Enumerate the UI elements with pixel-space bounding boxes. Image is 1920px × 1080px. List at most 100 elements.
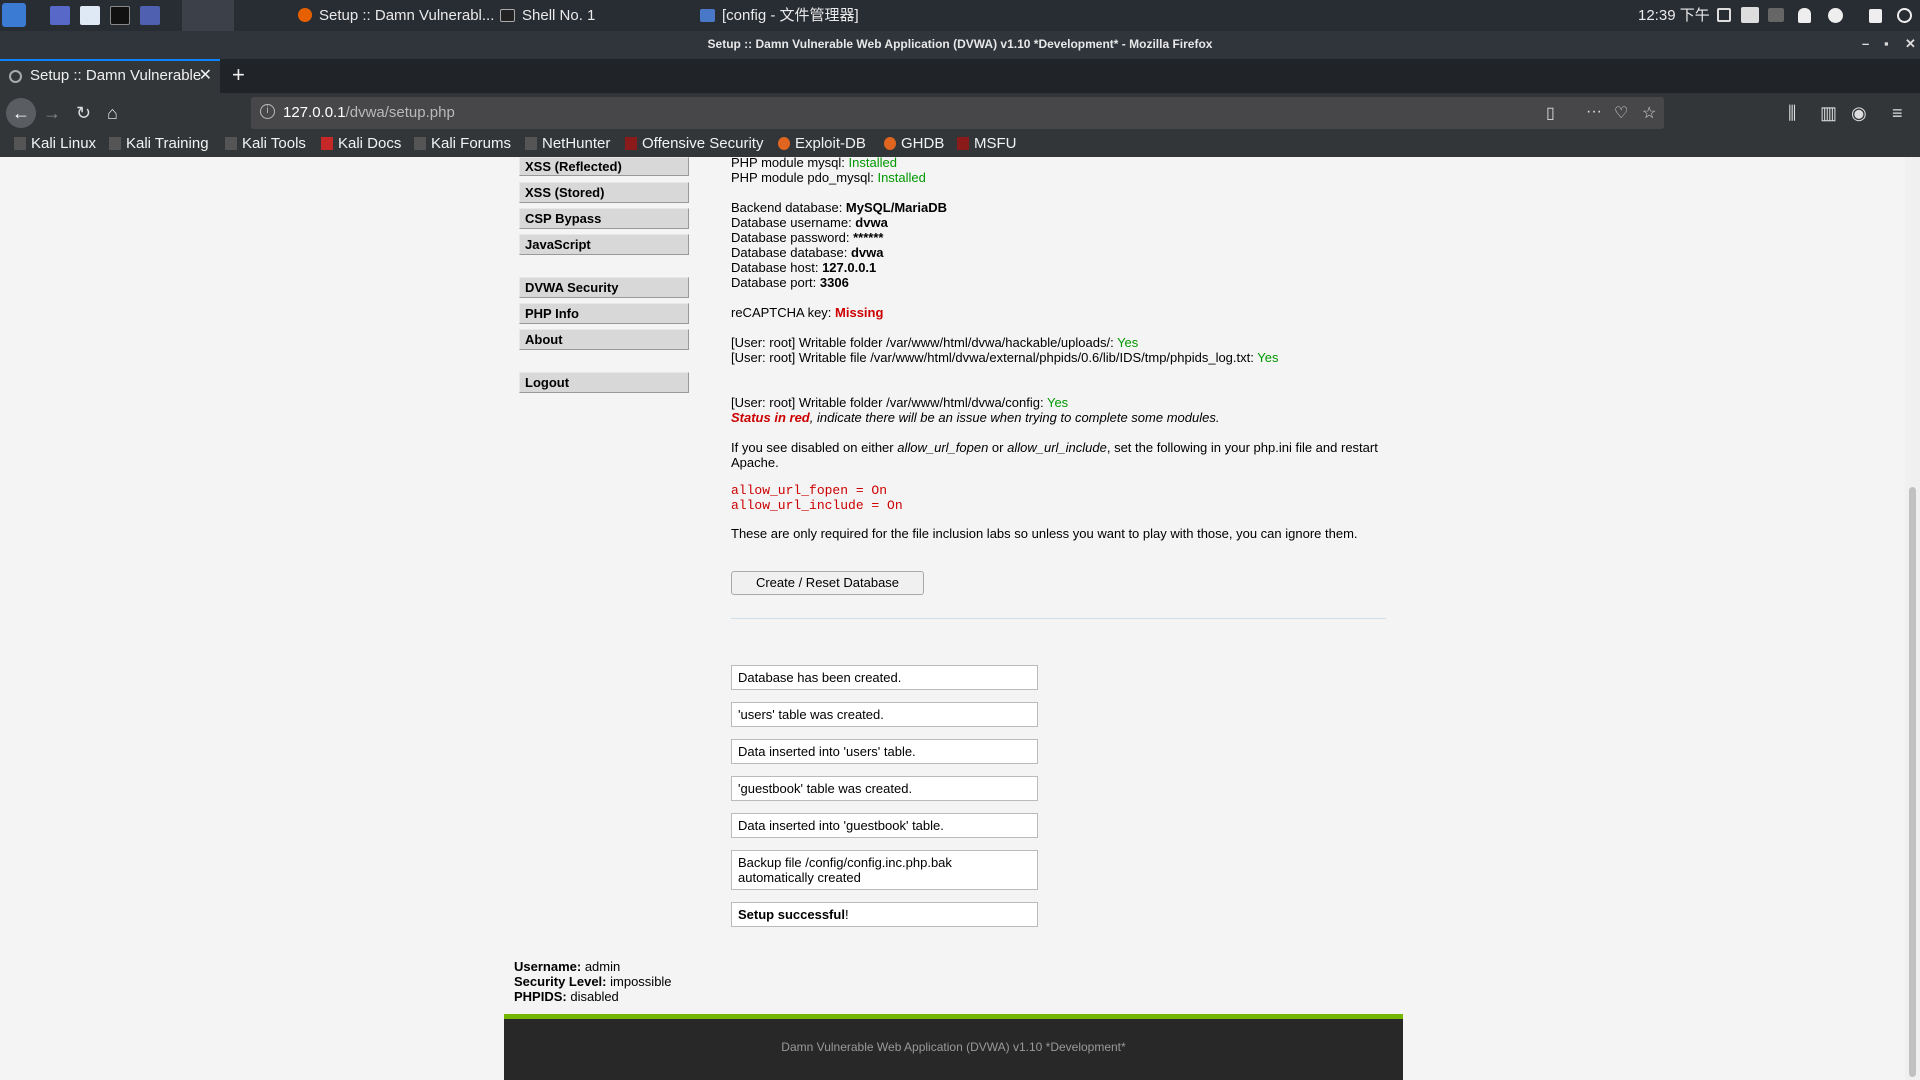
- bookmark-ghdb[interactable]: GHDB: [884, 134, 944, 157]
- vertical-scrollbar[interactable]: [1905, 157, 1920, 1080]
- firefox-launcher-icon[interactable]: [182, 0, 234, 31]
- scrollbar-thumb[interactable]: [1909, 487, 1916, 1077]
- new-tab-icon[interactable]: +: [232, 59, 245, 93]
- db-password-line: Database password: ******: [731, 230, 884, 245]
- message-box: Backup file /config/config.inc.php.bak a…: [731, 850, 1038, 890]
- library-icon[interactable]: ⫼: [1788, 101, 1796, 125]
- tab-title: Setup :: Damn Vulnerable: [30, 67, 202, 84]
- terminal-icon: [500, 9, 515, 22]
- workspace-icon[interactable]: [1717, 8, 1731, 22]
- navigation-toolbar: ← → ↻ ⌂ i 127.0.0.1/dvwa/setup.php ▯ ···…: [0, 93, 1920, 134]
- user-info: Username: admin Security Level: impossib…: [514, 959, 672, 1004]
- create-reset-database-button[interactable]: Create / Reset Database: [731, 571, 924, 595]
- offsec-icon: [625, 137, 637, 150]
- nethunter-icon: [525, 137, 537, 150]
- exploit-db-icon: [778, 137, 790, 150]
- site-info-icon[interactable]: i: [260, 104, 275, 119]
- message-box: 'users' table was created.: [731, 702, 1038, 727]
- pocket-icon[interactable]: ♡: [1614, 103, 1628, 123]
- show-desktop-icon[interactable]: [50, 6, 70, 25]
- reader-view-icon[interactable]: ▯: [1546, 103, 1555, 123]
- menu-item-logout[interactable]: Logout: [519, 372, 689, 393]
- php-pdo-line: PHP module pdo_mysql: Installed: [731, 170, 926, 185]
- bookmark-kali-tools[interactable]: Kali Tools: [225, 134, 306, 157]
- db-username-line: Database username: dvwa: [731, 215, 888, 230]
- power-status-icon[interactable]: [1828, 8, 1843, 23]
- message-box: 'guestbook' table was created.: [731, 776, 1038, 801]
- task-firefox[interactable]: Setup :: Damn Vulnerabl...: [298, 0, 494, 31]
- bookmark-kali-docs[interactable]: Kali Docs: [321, 134, 401, 157]
- refresh-session-icon[interactable]: [1897, 8, 1912, 23]
- home-icon[interactable]: ⌂: [107, 101, 118, 125]
- db-database-line: Database database: dvwa: [731, 245, 884, 260]
- php-mysql-line: PHP module mysql: Installed: [731, 157, 897, 170]
- msfu-icon: [957, 137, 969, 150]
- sidebar-toggle-icon[interactable]: ▥: [1820, 101, 1837, 125]
- forward-arrow-icon[interactable]: →: [43, 101, 61, 125]
- url-text: 127.0.0.1/dvwa/setup.php: [283, 104, 455, 121]
- folder-icon: [700, 9, 715, 22]
- db-host-line: Database host: 127.0.0.1: [731, 260, 877, 275]
- writable-phpids-log-line: [User: root] Writable file /var/www/html…: [731, 350, 1279, 365]
- menu-item-dvwa-security[interactable]: DVWA Security: [519, 277, 689, 298]
- menu-item-xss-stored[interactable]: XSS (Stored): [519, 182, 689, 203]
- bookmark-offensive-security[interactable]: Offensive Security: [625, 134, 763, 157]
- message-box: Data inserted into 'guestbook' table.: [731, 813, 1038, 838]
- kali-dragon-icon: [109, 137, 121, 150]
- hamburger-menu-icon[interactable]: ≡: [1892, 101, 1903, 125]
- desktop-taskbar: Setup :: Damn Vulnerabl... Shell No. 1 […: [0, 0, 1920, 31]
- clock[interactable]: 12:39 下午: [1638, 0, 1710, 31]
- task-file-manager[interactable]: [config - 文件管理器]: [700, 0, 859, 31]
- menu-item-csp-bypass[interactable]: CSP Bypass: [519, 208, 689, 229]
- menu-item-php-info[interactable]: PHP Info: [519, 303, 689, 324]
- php-ini-note: If you see disabled on either allow_url_…: [731, 440, 1378, 455]
- tab-dvwa-setup[interactable]: Setup :: Damn Vulnerable ✕: [0, 59, 220, 93]
- kali-docs-icon: [321, 137, 333, 150]
- close-icon[interactable]: ✕: [1905, 31, 1916, 57]
- bookmark-kali-training[interactable]: Kali Training: [109, 134, 209, 157]
- page-actions-icon[interactable]: ···: [1586, 103, 1602, 121]
- bookmarks-toolbar: Kali Linux Kali Training Kali Tools Kali…: [0, 134, 1920, 157]
- bookmark-kali-linux[interactable]: Kali Linux: [14, 134, 96, 157]
- writable-uploads-line: [User: root] Writable folder /var/www/ht…: [731, 335, 1139, 350]
- kali-dragon-icon: [414, 137, 426, 150]
- keyboard-icon[interactable]: [1741, 7, 1759, 23]
- bookmark-nethunter[interactable]: NetHunter: [525, 134, 610, 157]
- reload-icon[interactable]: ↻: [76, 101, 91, 125]
- url-bar[interactable]: i 127.0.0.1/dvwa/setup.php ▯ ··· ♡ ☆: [251, 97, 1664, 129]
- terminal-icon[interactable]: [110, 6, 130, 25]
- bookmark-kali-forums[interactable]: Kali Forums: [414, 134, 511, 157]
- username-line: Username: admin: [514, 959, 621, 974]
- menu-item-javascript[interactable]: JavaScript: [519, 234, 689, 255]
- minimize-icon[interactable]: –: [1862, 31, 1869, 57]
- account-icon[interactable]: ◉: [1851, 101, 1867, 125]
- page-viewport: XSS (Reflected) XSS (Stored) CSP Bypass …: [0, 157, 1905, 1080]
- message-box: Database has been created.: [731, 665, 1038, 690]
- bookmark-star-icon[interactable]: ☆: [1642, 103, 1656, 123]
- bookmark-exploit-db[interactable]: Exploit-DB: [778, 134, 866, 157]
- kali-menu-icon[interactable]: [2, 3, 26, 27]
- divider: [731, 618, 1386, 619]
- maximize-icon[interactable]: ▪: [1884, 31, 1889, 57]
- kali-dragon-icon: [14, 137, 26, 150]
- menu-item-xss-reflected[interactable]: XSS (Reflected): [519, 157, 689, 176]
- task-shell[interactable]: Shell No. 1: [500, 0, 595, 31]
- security-level-line: Security Level: impossible: [514, 974, 672, 989]
- bookmark-msfu[interactable]: MSFU: [957, 134, 1017, 157]
- volume-icon[interactable]: [1768, 8, 1784, 22]
- inclusion-labs-note: These are only required for the file inc…: [731, 526, 1358, 541]
- file-manager-icon[interactable]: [80, 6, 100, 25]
- db-port-line: Database port: 3306: [731, 275, 849, 290]
- tab-close-icon[interactable]: ✕: [199, 61, 212, 91]
- firefox-icon: [298, 8, 312, 22]
- window-title: Setup :: Damn Vulnerable Web Application…: [707, 37, 1213, 51]
- dvwa-container: XSS (Reflected) XSS (Stored) CSP Bypass …: [504, 157, 1403, 1080]
- lock-icon[interactable]: [1869, 9, 1882, 23]
- menu-item-about[interactable]: About: [519, 329, 689, 350]
- back-arrow-icon[interactable]: ←: [6, 98, 36, 128]
- db-backend-line: Backend database: MySQL/MariaDB: [731, 200, 948, 215]
- ghdb-icon: [884, 137, 896, 150]
- screenshot-tool-icon[interactable]: [140, 6, 160, 25]
- phpids-line: PHPIDS: disabled: [514, 989, 619, 1004]
- notification-bell-icon[interactable]: [1798, 8, 1811, 23]
